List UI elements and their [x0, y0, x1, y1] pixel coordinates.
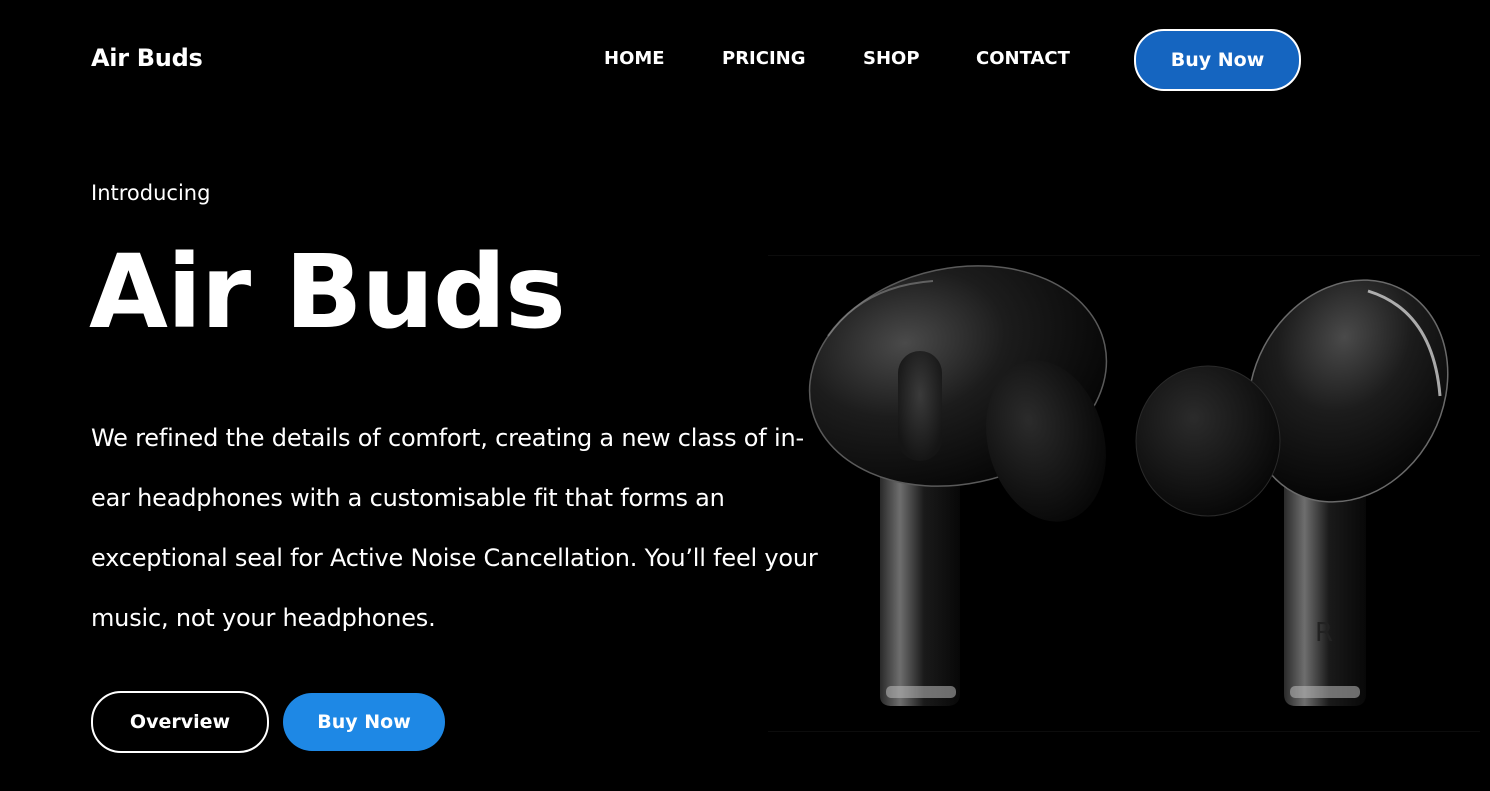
nav-shop[interactable]: SHOP — [863, 48, 920, 69]
earbuds-illustration: R — [808, 265, 1449, 706]
nav-pricing[interactable]: PRICING — [722, 48, 806, 69]
header-buy-now-button[interactable]: Buy Now — [1134, 29, 1301, 91]
nav-home[interactable]: HOME — [604, 48, 665, 69]
hero-description: We refined the details of comfort, creat… — [91, 424, 818, 632]
buy-now-button[interactable]: Buy Now — [283, 693, 445, 751]
product-image: R — [768, 255, 1480, 732]
hero-eyebrow: Introducing — [91, 181, 211, 205]
overview-button[interactable]: Overview — [91, 691, 269, 753]
hero-title: Air Buds — [89, 233, 566, 352]
site-logo[interactable]: Air Buds — [91, 44, 203, 72]
left-earbud — [808, 265, 1108, 706]
right-earbud: R — [1135, 279, 1449, 706]
nav-contact[interactable]: CONTACT — [976, 48, 1070, 69]
earbud-marking: R — [1315, 618, 1333, 648]
